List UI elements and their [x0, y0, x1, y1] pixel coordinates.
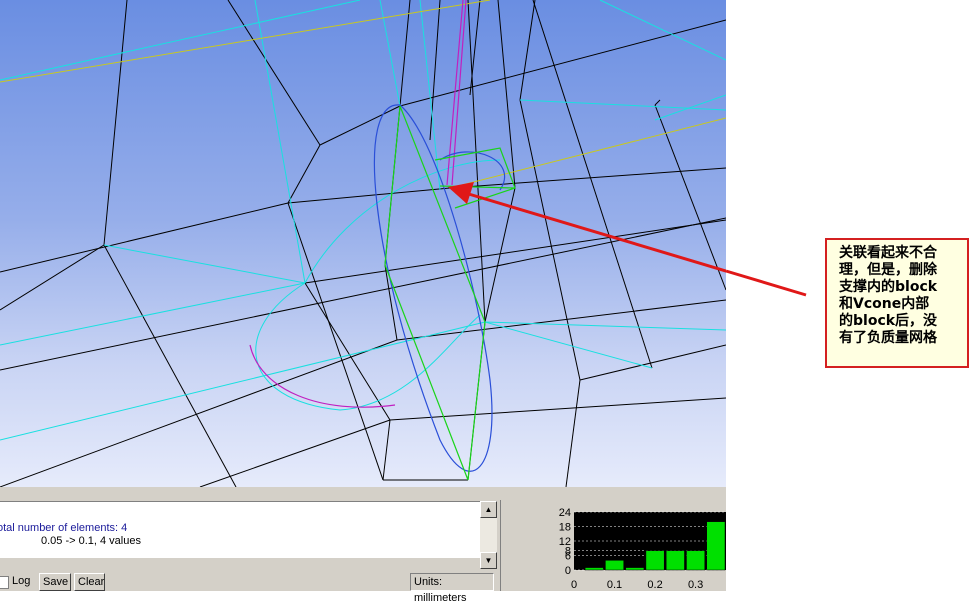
annotation-arrow: [448, 182, 726, 273]
histogram-x-tick: 0.2: [647, 579, 662, 591]
annotation-line: 关联看起来不合: [839, 245, 937, 261]
log-label: Log: [12, 575, 31, 587]
histogram-x-tick: 0: [571, 579, 577, 591]
units-display: Units: millimeters: [410, 573, 494, 604]
histogram-bar: [645, 550, 665, 571]
log-checkbox[interactable]: [0, 576, 9, 589]
histogram-bar: [584, 567, 604, 571]
histogram-bar: [605, 560, 624, 571]
quality-histogram-panel: 24 18 12 8 6 0 0 0.1 0.2 0.3: [508, 500, 726, 591]
mesh-viewport[interactable]: [0, 0, 726, 487]
histogram-bar: [625, 567, 645, 571]
message-output[interactable]: otal number of elements: 4 0.05 -> 0.1, …: [0, 501, 497, 558]
histogram-bar: [665, 550, 685, 571]
annotation-line: 和Vcone内部: [839, 296, 930, 312]
histogram-y-tick: 6: [565, 551, 571, 563]
histogram-x-tick: 0.1: [607, 579, 622, 591]
green-curves: [384, 105, 516, 481]
histogram-y-tick: 18: [559, 522, 571, 534]
magenta-curves: [249, 0, 467, 408]
mesh-wireframe: [0, 0, 726, 487]
histogram-bar: [706, 521, 726, 571]
annotation-line: 的block后，没: [839, 313, 938, 329]
save-button[interactable]: Save: [39, 573, 71, 591]
histogram-y-tick: 0: [565, 565, 571, 577]
message-line: 0.05 -> 0.1, 4 values: [41, 535, 141, 547]
yellow-curves: [0, 0, 726, 189]
histogram-x-tick: 0.3: [688, 579, 703, 591]
message-line: otal number of elements: 4: [0, 522, 128, 534]
scroll-down-button[interactable]: ▼: [480, 552, 497, 569]
annotation-callout: 关联看起来不合 理，但是，删除 支撑内的block 和Vcone内部 的bloc…: [825, 238, 969, 368]
panel-separator[interactable]: [500, 500, 508, 591]
annotation-line: 理，但是，删除: [839, 262, 937, 278]
message-scrollbar[interactable]: ▲ ▼: [480, 501, 497, 569]
annotation-line: 支撑内的block: [839, 279, 938, 295]
scroll-up-button[interactable]: ▲: [480, 501, 497, 518]
histogram-y-tick: 24: [559, 507, 571, 519]
quality-histogram[interactable]: 2418128600 0.1 0.2 0.3: [508, 500, 726, 591]
annotation-line: 有了负质量网格: [839, 330, 937, 346]
cyan-curves: [0, 0, 726, 441]
clear-button[interactable]: Clear: [74, 573, 105, 591]
histogram-bar: [686, 550, 705, 571]
